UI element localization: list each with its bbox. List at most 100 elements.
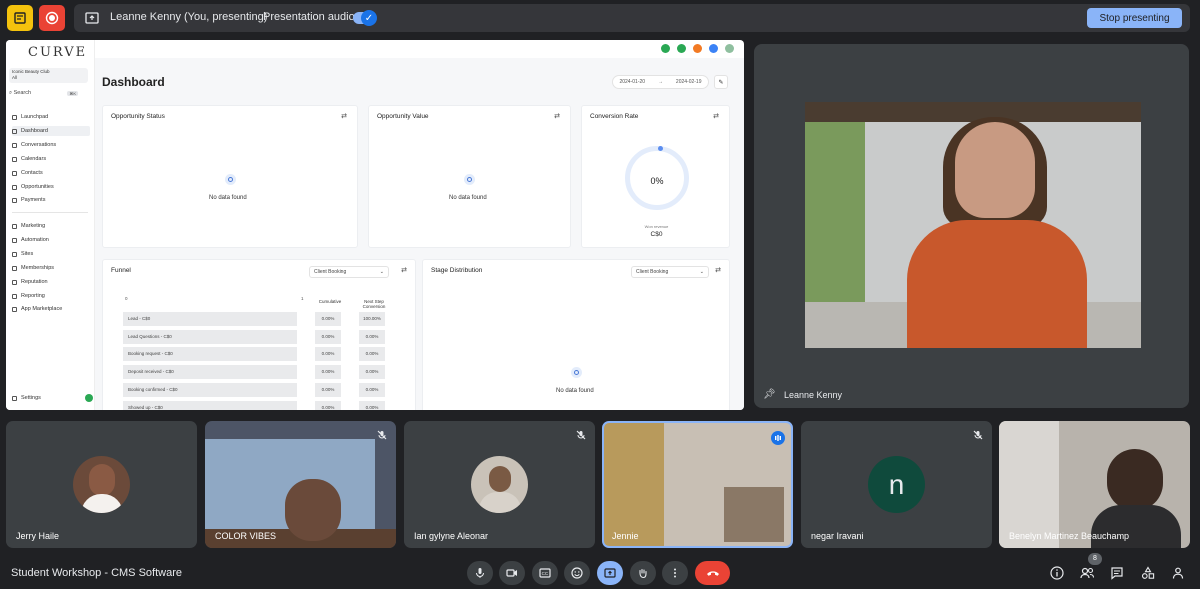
present-screen-icon [604, 568, 616, 578]
participant-tile[interactable]: n negar Iravani [801, 421, 992, 548]
host-controls-icon[interactable] [1171, 566, 1185, 583]
card-title: Conversion Rate [590, 113, 639, 120]
funnel-pipeline-select[interactable]: Client Booking ⌄ [309, 266, 389, 278]
funnel-next: 0.00% [359, 365, 385, 379]
nav-dashboard[interactable]: Dashboard [12, 126, 90, 136]
help-icon[interactable] [709, 44, 718, 53]
presentation-audio-toggle[interactable]: ✓ [353, 10, 377, 26]
mic-off-icon [973, 430, 983, 442]
nav-app-marketplace[interactable]: App Marketplace [12, 304, 90, 314]
more-options-button[interactable] [662, 561, 688, 585]
nav-reputation[interactable]: Reputation [12, 277, 90, 287]
nav-settings[interactable]: Settings [12, 393, 90, 403]
nav-sites[interactable]: Sites [12, 249, 90, 259]
conversion-ring: 0% [625, 146, 689, 210]
nav-calendars[interactable]: Calendars [12, 154, 90, 164]
funnel-row: Showed up - C$0 [123, 401, 297, 410]
contacts-icon [12, 170, 17, 176]
funnel-row: Lead - C$0 [123, 312, 297, 326]
nav-reporting[interactable]: Reporting [12, 291, 90, 301]
people-icon[interactable] [1080, 566, 1095, 583]
nav-memberships[interactable]: Memberships [12, 263, 90, 273]
automation-icon [12, 237, 17, 243]
leave-call-button[interactable] [695, 561, 730, 585]
gear-icon [12, 395, 17, 401]
notes-icon[interactable] [7, 5, 33, 31]
edit-dashboard-button[interactable]: ✎ [714, 75, 728, 89]
video-person-body [907, 220, 1087, 348]
funnel-cumulative: 0.00% [315, 347, 341, 361]
funnel-cumulative: 0.00% [315, 401, 341, 410]
empty-text: No data found [209, 195, 247, 201]
video-feed [805, 102, 1141, 348]
stage-pipeline-select[interactable]: Client Booking ⌄ [631, 266, 709, 278]
activities-icon[interactable] [1141, 566, 1155, 583]
nav-label: App Marketplace [21, 306, 63, 312]
top-bar: Leanne Kenny (You, presenting) Presentat… [0, 0, 1200, 36]
participant-tile-speaking[interactable]: Jennie [602, 421, 793, 548]
captions-button[interactable]: CC [532, 561, 558, 585]
end-call-icon [706, 571, 719, 576]
star-icon [12, 279, 17, 285]
nav-conversations[interactable]: Conversations [12, 140, 90, 150]
funnel-row: Booking request - C$0 [123, 347, 297, 361]
participant-name: Jennie [612, 531, 639, 541]
participant-tile[interactable]: COLOR VIBES [205, 421, 396, 548]
app-search[interactable]: ⌕ Search ⌘K [9, 90, 88, 100]
chat-icon [12, 142, 17, 148]
swap-icon[interactable]: ⇄ [341, 112, 347, 120]
date-range-picker[interactable]: 2024-01-20 → 2024-02-19 [612, 75, 709, 89]
participant-name: negar Iravani [811, 531, 864, 541]
conversion-rate-value: 0% [650, 176, 664, 186]
shared-screen: CURVE Iconic Beauty Club All ⌕ Search ⌘K… [6, 40, 744, 410]
stage-distribution-card: Stage Distribution Client Booking ⌄ ⇄ No… [422, 259, 730, 410]
video-person-face [955, 122, 1035, 218]
present-screen-icon [85, 11, 99, 29]
funnel-next: 0.00% [359, 330, 385, 344]
pinned-video-tile[interactable]: 📌︎ Leanne Kenny [754, 44, 1189, 408]
nav-launchpad[interactable]: Launchpad [12, 112, 90, 122]
phone-icon[interactable] [661, 44, 670, 53]
funnel-next: 100.00% [359, 312, 385, 326]
funnel-cumulative: 0.00% [315, 365, 341, 379]
pin-icon[interactable]: 📌︎ [763, 389, 776, 400]
swap-icon[interactable]: ⇄ [713, 112, 719, 120]
participant-name: Jerry Haile [16, 531, 60, 541]
nav-label: Automation [21, 237, 49, 243]
microphone-icon [476, 568, 484, 578]
nav-marketing[interactable]: Marketing [12, 221, 90, 231]
meeting-info-icon[interactable] [1050, 566, 1064, 583]
swap-icon[interactable]: ⇄ [715, 266, 721, 274]
stop-presenting-button[interactable]: Stop presenting [1087, 8, 1182, 28]
nav-opportunities[interactable]: Opportunities [12, 182, 90, 192]
nav-automation[interactable]: Automation [12, 235, 90, 245]
participant-tile[interactable]: Benelyn Martinez Beauchamp [999, 421, 1190, 548]
video-ceiling [805, 102, 1141, 122]
bell-icon[interactable] [693, 44, 702, 53]
nav-payments[interactable]: Payments [12, 195, 90, 205]
megaphone-icon[interactable] [677, 44, 686, 53]
microphone-button[interactable] [467, 561, 493, 585]
help-widget-icon[interactable] [85, 394, 93, 402]
chat-icon[interactable] [1110, 566, 1124, 583]
opportunity-value-card: Opportunity Value ⇄ No data found [368, 105, 571, 248]
emoji-button[interactable] [564, 561, 590, 585]
camera-button[interactable] [499, 561, 525, 585]
swap-icon[interactable]: ⇄ [554, 112, 560, 120]
participant-tile[interactable]: Jerry Haile [6, 421, 197, 548]
marketplace-icon [12, 306, 17, 312]
meeting-title: Student Workshop - CMS Software [11, 567, 182, 579]
payments-icon [12, 197, 17, 203]
account-switcher[interactable]: Iconic Beauty Club All [9, 68, 88, 83]
nav-label: Sites [21, 251, 34, 257]
nav-label: Calendars [21, 156, 47, 162]
raise-hand-button[interactable] [630, 561, 656, 585]
col-cumulative: Cumulative [318, 299, 342, 304]
record-icon[interactable] [39, 5, 65, 31]
participant-name: Leanne Kenny [784, 390, 843, 400]
avatar[interactable] [725, 44, 734, 53]
nav-contacts[interactable]: Contacts [12, 168, 90, 178]
present-button[interactable] [597, 561, 623, 585]
participant-tile[interactable]: Ian gylyne Aleonar [404, 421, 595, 548]
swap-icon[interactable]: ⇄ [401, 266, 407, 274]
